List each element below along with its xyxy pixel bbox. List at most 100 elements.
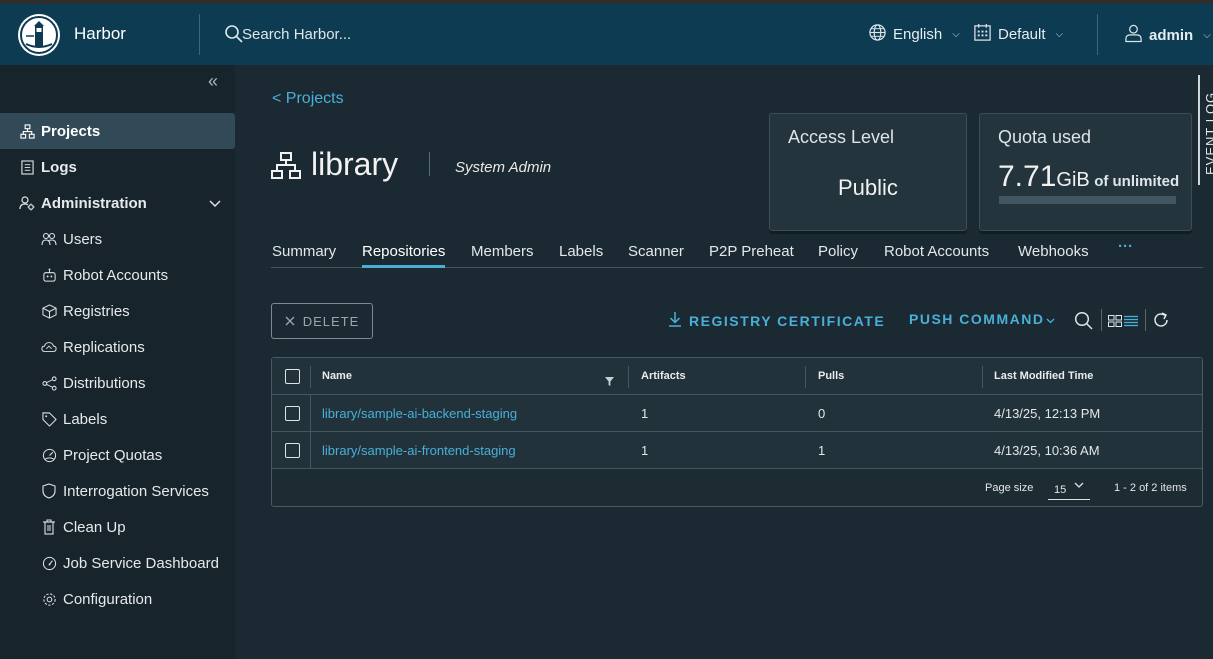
project-tabs: Summary Repositories Members Labels Scan… <box>271 238 1203 268</box>
project-icon <box>271 152 301 185</box>
access-level-value: Public <box>838 175 898 200</box>
access-level-title: Access Level <box>788 127 895 147</box>
dashboard-icon <box>41 555 57 571</box>
tab-summary[interactable]: Summary <box>272 243 336 268</box>
sidebar-item-administration[interactable]: Administration <box>0 185 235 221</box>
sidebar-item-label: Labels <box>63 410 108 428</box>
globe-icon <box>868 23 887 46</box>
sidebar-item-robot-accounts[interactable]: Robot Accounts <box>0 257 235 293</box>
push-command-dropdown[interactable]: PUSH COMMAND <box>909 311 1055 327</box>
access-level-card: Access Level Public <box>769 113 967 231</box>
harbor-logo-icon[interactable] <box>18 14 60 56</box>
sidebar-item-replications[interactable]: Replications <box>0 329 235 365</box>
search-icon[interactable] <box>1074 311 1094 336</box>
column-divider <box>310 366 311 388</box>
filter-icon[interactable] <box>605 373 614 391</box>
sidebar-item-label: Projects <box>41 122 101 140</box>
sidebar-item-label: Registries <box>63 302 130 320</box>
column-header-last-modified[interactable]: Last Modified Time <box>994 370 1093 382</box>
tab-labels[interactable]: Labels <box>559 243 603 268</box>
chevron-down-icon: ⌵ <box>1055 29 1064 40</box>
chevron-down-icon <box>1074 480 1084 492</box>
quotas-icon <box>41 447 57 463</box>
table-row[interactable]: library/sample-ai-backend-staging 1 0 4/… <box>272 395 1202 432</box>
sidebar-item-configuration[interactable]: Configuration <box>0 581 235 617</box>
column-divider <box>982 366 983 388</box>
user-dropdown[interactable]: admin ⌵ <box>1124 23 1211 47</box>
sidebar-item-interrogation-services[interactable]: Interrogation Services <box>0 473 235 509</box>
column-divider <box>628 366 629 388</box>
column-divider <box>310 432 311 469</box>
registry-certificate-label: REGISTRY CERTIFICATE <box>689 312 886 329</box>
language-dropdown[interactable]: English ⌵ <box>868 23 960 46</box>
row-checkbox[interactable] <box>285 406 300 421</box>
theme-dropdown[interactable]: Default ⌵ <box>973 23 1063 46</box>
list-view-icon[interactable] <box>1124 314 1138 332</box>
calendar-icon <box>973 23 992 46</box>
last-modified-time: 4/13/25, 12:13 PM <box>994 406 1101 421</box>
tab-p2p-preheat[interactable]: P2P Preheat <box>709 243 794 268</box>
tab-robot-accounts[interactable]: Robot Accounts <box>884 243 989 268</box>
sidebar-item-registries[interactable]: Registries <box>0 293 235 329</box>
header-divider <box>199 14 200 55</box>
refresh-icon[interactable] <box>1152 311 1170 334</box>
table-row[interactable]: library/sample-ai-frontend-staging 1 1 4… <box>272 432 1202 469</box>
top-header: Harbor English ⌵ Default ⌵ admin ⌵ <box>0 4 1213 65</box>
select-all-checkbox[interactable] <box>285 369 300 384</box>
quota-used-card: Quota used 7.71GiB of unlimited <box>979 113 1192 231</box>
column-divider <box>805 366 806 388</box>
pulls-count: 0 <box>818 406 826 421</box>
sidebar-item-projects[interactable]: Projects <box>0 113 235 149</box>
page-size-value: 15 <box>1054 484 1067 496</box>
card-view-icon[interactable] <box>1108 314 1122 332</box>
back-to-projects-link[interactable]: < Projects <box>272 90 344 108</box>
tab-members[interactable]: Members <box>471 243 534 268</box>
collapse-sidebar-icon[interactable]: « <box>208 71 218 92</box>
sidebar-item-logs[interactable]: Logs <box>0 149 235 185</box>
sidebar-item-label: Users <box>63 230 103 248</box>
tab-policy[interactable]: Policy <box>818 243 858 268</box>
sidebar: « Projects Logs Administration Users Rob… <box>0 65 235 659</box>
sidebar-item-label: Replications <box>63 338 145 356</box>
role-label: System Admin <box>455 159 552 176</box>
tab-webhooks[interactable]: Webhooks <box>1018 243 1089 268</box>
robot-icon <box>41 267 57 283</box>
column-header-name[interactable]: Name <box>322 370 352 382</box>
quota-progress-bar <box>999 196 1176 204</box>
delete-button[interactable]: DELETE <box>271 303 373 339</box>
sidebar-item-clean-up[interactable]: Clean Up <box>0 509 235 545</box>
quota-number: 7.71 <box>998 160 1057 193</box>
brand-name[interactable]: Harbor <box>74 24 126 44</box>
repository-name-link[interactable]: library/sample-ai-backend-staging <box>322 406 517 421</box>
sidebar-item-users[interactable]: Users <box>0 221 235 257</box>
row-checkbox[interactable] <box>285 443 300 458</box>
sidebar-item-distributions[interactable]: Distributions <box>0 365 235 401</box>
sidebar-item-project-quotas[interactable]: Project Quotas <box>0 437 235 473</box>
search-input[interactable] <box>242 22 442 46</box>
sidebar-item-label: Clean Up <box>63 518 126 536</box>
tab-repositories[interactable]: Repositories <box>362 243 446 268</box>
toolbar-divider <box>1101 309 1102 331</box>
event-log-tab[interactable]: EVENT LOG <box>1198 75 1213 185</box>
column-header-artifacts[interactable]: Artifacts <box>641 370 686 382</box>
quota-suffix: of unlimited <box>1094 173 1180 190</box>
sidebar-item-labels[interactable]: Labels <box>0 401 235 437</box>
items-count: 1 - 2 of 2 items <box>1114 482 1187 494</box>
push-command-label: PUSH COMMAND <box>909 311 1045 327</box>
search-icon[interactable] <box>224 24 244 49</box>
repository-name-link[interactable]: library/sample-ai-frontend-staging <box>322 443 516 458</box>
tab-scanner[interactable]: Scanner <box>628 243 684 268</box>
header-divider <box>1097 14 1098 55</box>
chevron-down-icon: ⌵ <box>1203 29 1211 41</box>
shield-icon <box>41 483 57 499</box>
sidebar-item-job-service-dashboard[interactable]: Job Service Dashboard <box>0 545 235 581</box>
sidebar-item-label: Interrogation Services <box>63 482 209 500</box>
column-header-pulls[interactable]: Pulls <box>818 370 844 382</box>
tab-more[interactable]: ··· <box>1118 238 1133 263</box>
page-size-select[interactable]: 15 <box>1048 478 1090 500</box>
administration-icon <box>19 195 35 211</box>
registry-certificate-button[interactable]: REGISTRY CERTIFICATE <box>668 311 885 330</box>
sidebar-item-label: Distributions <box>63 374 146 392</box>
event-log-label: EVENT LOG <box>1203 91 1213 175</box>
sidebar-item-label: Project Quotas <box>63 446 163 464</box>
